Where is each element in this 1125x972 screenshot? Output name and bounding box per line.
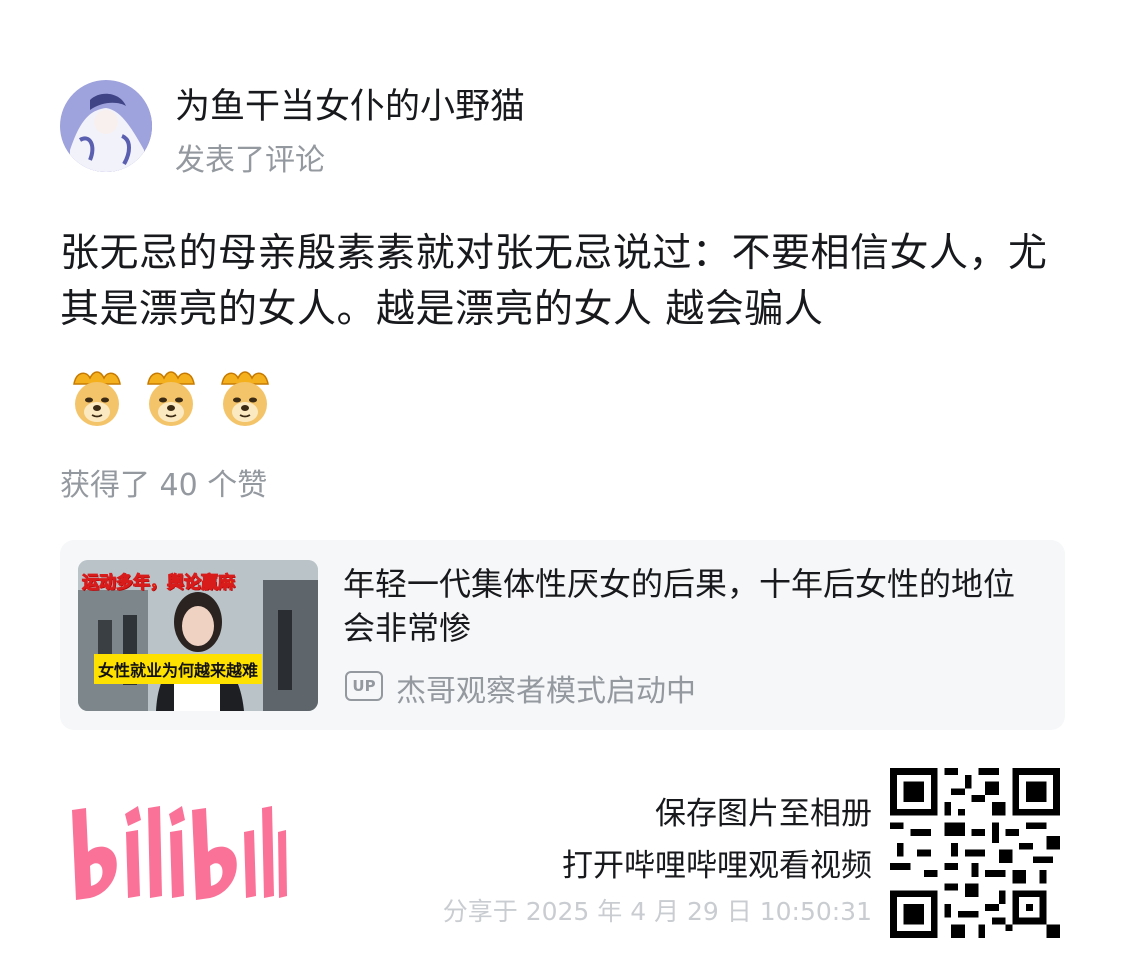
video-title[interactable]: 年轻一代集体性厌女的后果，十年后女性的地位会非常惨 [343, 562, 1043, 650]
doge-icon [221, 371, 269, 426]
emoji-row [66, 368, 276, 436]
up-badge: UP [345, 671, 383, 701]
like-count: 获得了 40 个赞 [60, 468, 268, 503]
video-author[interactable]: 杰哥观察者模式启动中 [396, 666, 696, 710]
thumbnail-caption-top: 运动多年，舆论赢麻 [82, 573, 236, 594]
doge-icon [147, 371, 195, 426]
doge-icon [73, 371, 121, 426]
share-timestamp: 分享于 2025 年 4 月 29 日 10:50:31 [442, 897, 872, 926]
username[interactable]: 为鱼干当女仆的小野猫 [175, 78, 525, 129]
save-image-label[interactable]: 保存图片至相册 [520, 788, 872, 833]
qr-code[interactable] [890, 768, 1060, 938]
bilibili-logo [72, 806, 287, 900]
thumbnail-caption-bottom: 女性就业为何越来越难 [94, 654, 263, 684]
comment-text: 张无忌的母亲殷素素就对张无忌说过：不要相信女人，尤其是漂亮的女人。越是漂亮的女人… [60, 231, 1048, 332]
video-thumbnail[interactable]: 运动多年，舆论赢麻 女性就业为何越来越难 [78, 560, 318, 711]
comment-action-label: 发表了评论 [175, 143, 325, 178]
avatar[interactable] [60, 80, 152, 172]
video-card[interactable]: 运动多年，舆论赢麻 女性就业为何越来越难 年轻一代集体性厌女的后果，十年后女性的… [60, 540, 1065, 730]
open-app-label[interactable]: 打开哔哩哔哩观看视频 [480, 840, 872, 885]
